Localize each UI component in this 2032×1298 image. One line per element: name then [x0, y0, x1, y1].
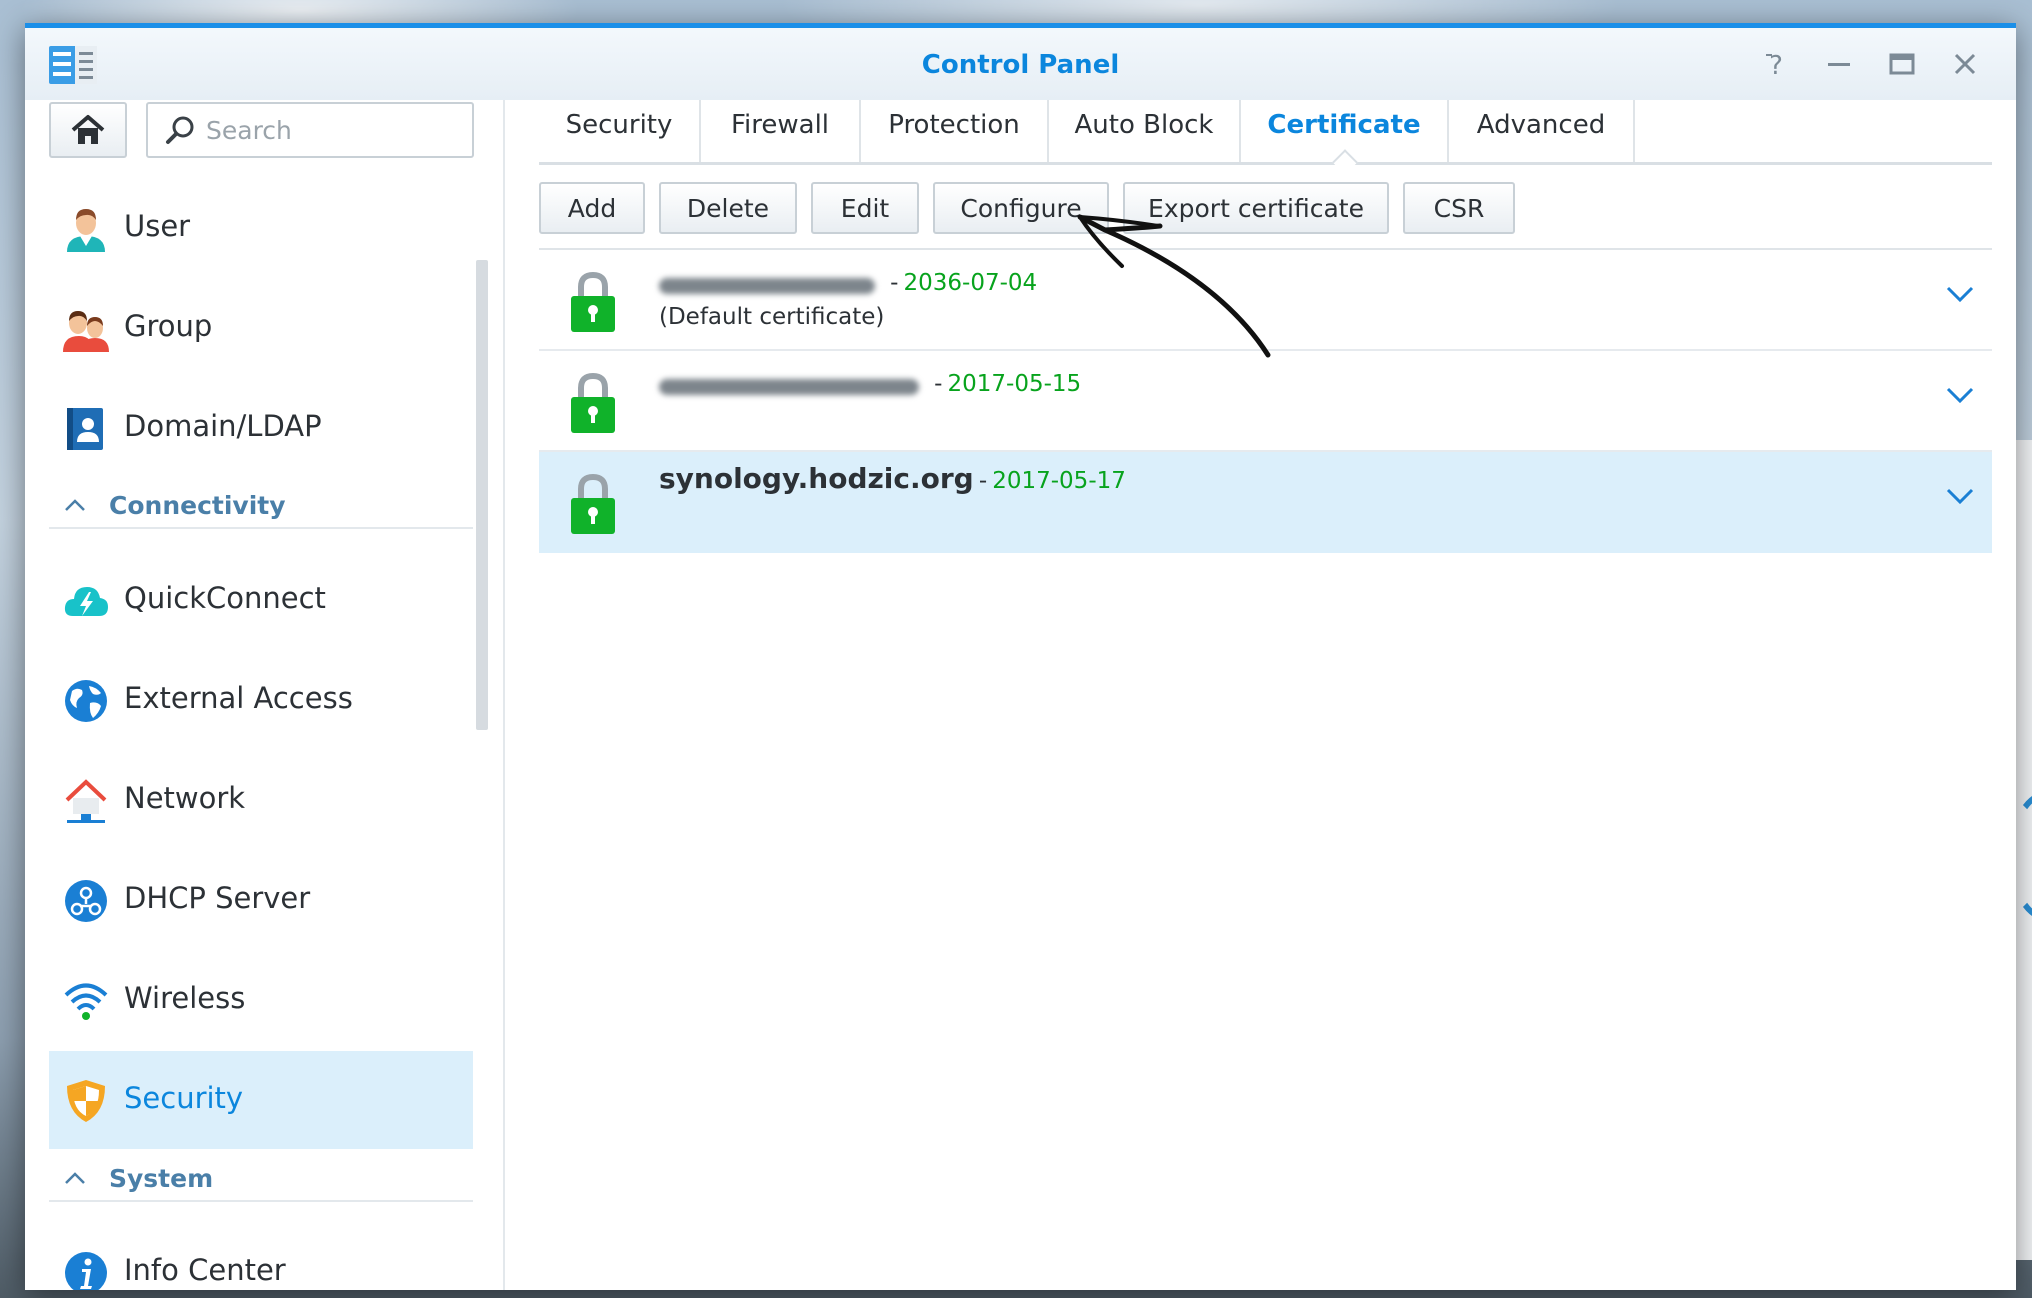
group-icon — [63, 311, 109, 352]
tab-advanced[interactable]: Advanced — [1449, 100, 1635, 162]
configure-button[interactable]: Configure — [933, 182, 1109, 234]
search-icon — [166, 116, 194, 144]
help-icon[interactable]: ? — [1758, 46, 1794, 82]
sidebar-item-info-center[interactable]: Info Center — [49, 1223, 473, 1290]
section-label: System — [109, 1164, 214, 1193]
certificate-row[interactable]: - 2036-07-04 (Default certificate) — [539, 250, 1992, 351]
sidebar-item-label: QuickConnect — [124, 581, 326, 615]
certificate-separator: - — [890, 270, 899, 296]
certificate-row[interactable]: - 2017-05-15 — [539, 351, 1992, 452]
tab-bar: Security Firewall Protection Auto Block … — [539, 100, 1992, 175]
search-box[interactable] — [146, 102, 474, 158]
globe-icon — [65, 680, 107, 722]
sidebar-item-label: External Access — [124, 681, 353, 715]
export-certificate-button[interactable]: Export certificate — [1123, 182, 1389, 234]
sidebar-item-wireless[interactable]: Wireless — [49, 951, 473, 1049]
sidebar-item-network[interactable]: Network — [49, 751, 473, 849]
shield-icon — [67, 1080, 105, 1122]
network-house-icon — [65, 779, 107, 823]
certificate-note: (Default certificate) — [659, 304, 885, 330]
sidebar-item-label: DHCP Server — [124, 881, 311, 915]
edit-button[interactable]: Edit — [811, 182, 919, 234]
close-icon[interactable] — [1947, 46, 1983, 82]
title-bar[interactable]: Control Panel ? — [25, 28, 2016, 100]
certificate-expiry: 2036-07-04 — [903, 270, 1038, 296]
tab-auto-block[interactable]: Auto Block — [1049, 100, 1241, 162]
certificate-title: synology.hodzic.org - 2017-05-17 — [659, 462, 1126, 495]
redacted-certificate-name — [659, 378, 919, 395]
info-icon — [65, 1252, 107, 1290]
main-panel: Security Firewall Protection Auto Block … — [505, 100, 2016, 1290]
tab-protection[interactable]: Protection — [861, 100, 1049, 162]
chevron-down-icon[interactable] — [1945, 486, 1975, 506]
search-input[interactable] — [204, 110, 458, 150]
dhcp-hub-icon — [65, 880, 107, 922]
sidebar-item-security[interactable]: Security — [49, 1051, 473, 1149]
user-icon — [67, 209, 105, 252]
sidebar-item-user[interactable]: User — [49, 179, 473, 277]
sidebar-item-label: User — [124, 209, 191, 243]
sidebar-item-group[interactable]: Group — [49, 279, 473, 377]
chevron-up-icon — [65, 499, 85, 511]
tab-security[interactable]: Security — [539, 100, 701, 162]
chevron-down-icon[interactable] — [1945, 284, 1975, 304]
certificate-expiry: 2017-05-17 — [992, 468, 1126, 494]
control-panel-window: Control Panel ? Search User Group Domain… — [25, 23, 2016, 1290]
sidebar-item-label: Wireless — [124, 981, 246, 1015]
sidebar-item-external-access[interactable]: External Access — [49, 651, 473, 749]
sidebar-item-dhcp-server[interactable]: DHCP Server — [49, 851, 473, 949]
sidebar-item-quickconnect[interactable]: QuickConnect — [49, 551, 473, 649]
cloud-lightning-icon — [64, 587, 108, 616]
tab-firewall[interactable]: Firewall — [701, 100, 861, 162]
sidebar-item-label: Network — [124, 781, 246, 815]
certificate-title: - 2036-07-04 — [659, 264, 1037, 297]
certificate-title: - 2017-05-15 — [659, 365, 1081, 398]
sidebar-item-domain-ldap[interactable]: Domain/LDAP — [49, 379, 473, 477]
certificate-expiry: 2017-05-15 — [947, 371, 1082, 397]
sidebar-item-label: Info Center — [124, 1253, 286, 1287]
home-icon — [71, 115, 105, 144]
maximize-icon[interactable] — [1884, 46, 1920, 82]
certificate-row-selected[interactable]: synology.hodzic.org - 2017-05-17 — [539, 452, 1992, 553]
certificate-separator: - — [978, 468, 988, 494]
minimize-icon[interactable] — [1821, 46, 1857, 82]
add-button[interactable]: Add — [539, 182, 645, 234]
chevron-down-icon[interactable] — [1945, 385, 1975, 405]
sidebar-item-label: Security — [124, 1081, 244, 1115]
sidebar-item-label: Domain/LDAP — [124, 409, 322, 443]
section-system[interactable]: System — [49, 1160, 473, 1202]
delete-button[interactable]: Delete — [659, 182, 797, 234]
lock-icon — [571, 473, 615, 534]
wifi-icon — [64, 983, 108, 1020]
window-title: Control Panel — [921, 50, 1120, 80]
home-button[interactable] — [49, 102, 127, 158]
section-label: Connectivity — [109, 491, 286, 520]
lock-icon — [571, 372, 615, 433]
sidebar-item-label: Group — [124, 309, 213, 343]
csr-button[interactable]: CSR — [1403, 182, 1515, 234]
certificate-name: synology.hodzic.org — [659, 462, 974, 495]
lock-icon — [571, 271, 615, 332]
directory-book-icon — [67, 408, 103, 450]
section-connectivity[interactable]: Connectivity — [49, 487, 473, 529]
redacted-certificate-name — [659, 277, 875, 294]
sidebar: User Group Domain/LDAP — [25, 100, 505, 1290]
sidebar-scrollbar[interactable] — [476, 260, 488, 730]
certificate-separator: - — [934, 371, 943, 397]
chevron-up-icon — [65, 1172, 85, 1184]
